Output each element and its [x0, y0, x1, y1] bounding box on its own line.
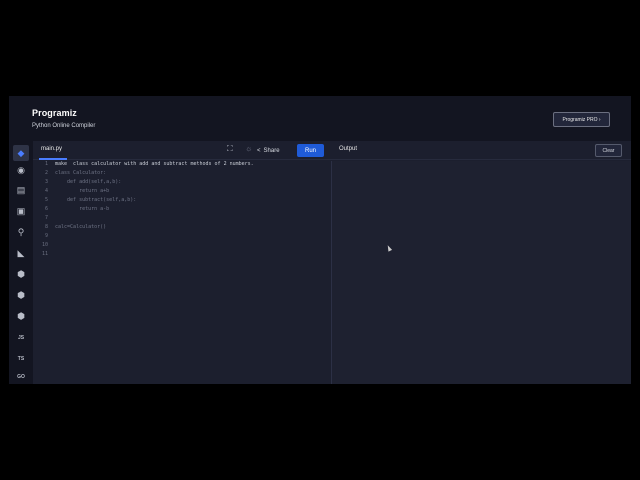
- typescript-icon[interactable]: TS: [13, 351, 29, 367]
- line-number: 2: [44, 170, 48, 176]
- output-title: Output: [339, 146, 358, 152]
- line-number: 6: [44, 206, 48, 212]
- line-number: 9: [44, 233, 48, 239]
- code-line: return a+b: [55, 188, 110, 194]
- tab-main-py[interactable]: main.py: [41, 146, 62, 152]
- compiler-window: Programiz Python Online Compiler Program…: [9, 96, 631, 384]
- language-sidebar: ◆ ◉ ▤ ▣ ⚲ ◣ ⬢ ⬢ ⬢ JS TS GO: [9, 141, 33, 384]
- r-icon[interactable]: ◉: [13, 162, 29, 178]
- line-number: 1: [44, 161, 48, 167]
- csharp-icon[interactable]: ⬢: [13, 308, 29, 324]
- javascript-icon[interactable]: JS: [13, 330, 29, 346]
- header: Programiz Python Online Compiler Program…: [9, 96, 631, 141]
- html-icon[interactable]: ▣: [13, 203, 29, 219]
- line-number-gutter: 1 2 3 4 5 6 7 8 9 10 11: [33, 161, 51, 384]
- sql-icon[interactable]: ▤: [13, 182, 29, 198]
- line-number: 7: [44, 215, 48, 221]
- line-number: 3: [44, 179, 48, 185]
- fullscreen-icon[interactable]: ⛶: [227, 145, 233, 153]
- code-line: calc=Calculator(): [55, 224, 107, 230]
- programiz-pro-button[interactable]: Programiz PRO ›: [553, 112, 610, 127]
- python-icon[interactable]: ◆: [13, 145, 29, 161]
- code-line: return a-b: [55, 206, 110, 212]
- share-label: Share: [263, 147, 280, 154]
- cpp-icon[interactable]: ⬢: [13, 287, 29, 303]
- c-icon[interactable]: ⬢: [13, 266, 29, 282]
- programiz-logo[interactable]: Programiz: [32, 108, 77, 118]
- code-line: def add(self,a,b):: [55, 179, 122, 185]
- code-line: class Calculator:: [55, 170, 107, 176]
- kotlin-icon[interactable]: ◣: [13, 245, 29, 261]
- code-line: def subtract(self,a,b):: [55, 197, 137, 203]
- clear-button[interactable]: Clear: [595, 144, 622, 157]
- go-icon[interactable]: GO: [13, 369, 29, 384]
- code-editor[interactable]: 1 2 3 4 5 6 7 8 9 10 11 make class calcu…: [33, 161, 331, 384]
- editor-toolbar: main.py ⛶ ☼ < Share Run Output Clear: [33, 141, 631, 160]
- share-button[interactable]: < Share: [257, 144, 291, 157]
- share-icon: <: [257, 147, 261, 154]
- run-button[interactable]: Run: [297, 144, 324, 157]
- output-panel: [332, 161, 631, 384]
- line-number: 10: [41, 242, 48, 248]
- java-icon[interactable]: ⚲: [13, 224, 29, 240]
- theme-icon[interactable]: ☼: [245, 145, 252, 153]
- line-number: 5: [44, 197, 48, 203]
- active-tab-indicator: [39, 158, 67, 160]
- page-subtitle: Python Online Compiler: [32, 123, 96, 129]
- line-number: 11: [41, 251, 48, 257]
- line-number: 8: [44, 224, 48, 230]
- code-line: make class calculator with add and subtr…: [55, 161, 254, 167]
- line-number: 4: [44, 188, 48, 194]
